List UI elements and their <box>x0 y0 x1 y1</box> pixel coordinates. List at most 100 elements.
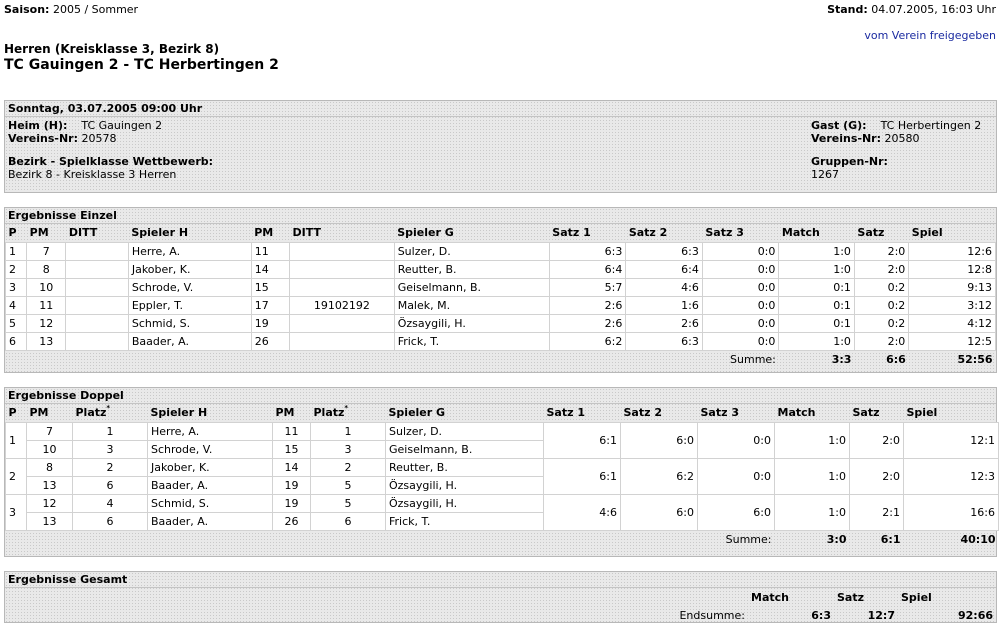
col-header: DITT <box>68 226 98 240</box>
table-cell: 2:0 <box>853 241 910 261</box>
col-header: DITT <box>292 226 321 240</box>
gesamt-spiel: 92:66 <box>957 608 993 622</box>
table-row: 3 12 4 Schmid, S. 19 5 Özsaygili, H. 4:6 6:0 6:0 1… <box>5 493 999 531</box>
table-cell <box>65 313 129 333</box>
table-cell: 12:6 <box>908 241 996 261</box>
bezirk-label: Bezirk - Spielklasse Wettbewerb: <box>8 155 214 168</box>
gast-value: TC Herbertingen 2 <box>880 119 982 132</box>
pair-number: 2 <box>5 457 27 495</box>
gesamt-sum-label: Endsumme: <box>679 608 745 622</box>
table-cell: 6:3 <box>548 241 627 261</box>
match-date-header: Sonntag, 03.07.2005 09:00 Uhr <box>5 101 996 117</box>
table-cell: 2 <box>72 457 148 477</box>
table-cell: 6:1 <box>543 457 621 495</box>
gesamt-box: Ergebnisse Gesamt Match Satz Spiel Endsu… <box>4 571 997 623</box>
table-cell <box>65 259 129 279</box>
table-cell: 9:13 <box>908 277 996 297</box>
table-cell: 6:2 <box>548 331 627 351</box>
table-cell: Herre, A. <box>127 241 252 261</box>
stand-info: Stand: 04.07.2005, 16:03 Uhr <box>827 3 996 16</box>
pair-number: 3 <box>5 493 27 531</box>
table-cell: 19 <box>250 313 290 333</box>
gesamt-sum-row: Endsumme: 6:3 12:7 92:66 <box>5 606 996 624</box>
table-cell: Frick, T. <box>385 511 544 531</box>
table-cell: 3:12 <box>908 295 996 315</box>
freigabe-link[interactable]: vom Verein freigegeben <box>864 29 996 42</box>
table-cell: 7 <box>26 241 67 261</box>
table-cell: 0:0 <box>701 259 780 279</box>
gast-vnr-value: 20580 <box>884 132 920 145</box>
stand-value: 04.07.2005, 16:03 Uhr <box>871 3 996 16</box>
gast-label: Gast (G): <box>811 119 867 132</box>
heim-label: Heim (H): <box>8 119 68 132</box>
doppel-header-row: P PM Platz* Spieler H PM Platz* Spieler … <box>6 404 999 422</box>
doppel-sum-label: Summe: <box>725 532 772 546</box>
table-cell: 3 <box>4 277 28 297</box>
heim-vnr-value: 20578 <box>81 132 117 145</box>
table-row: 5 12 Schmid, S. 19 Özsaygili, H. 2:6 2:6 0:0 0:1… <box>4 313 996 333</box>
table-row: 2 8 Jakober, K. 14 Reutter, B. 6:4 6:4 0:0 1:0 2:… <box>4 259 996 279</box>
table-cell: 2:0 <box>853 259 910 279</box>
doppel-box: Ergebnisse Doppel P PM Platz* Spieler H … <box>4 387 999 557</box>
einzel-sum-row: Summe: 3:3 6:6 52:56 <box>6 350 996 368</box>
table-cell: 12 <box>26 313 67 333</box>
col-header: Satz 1 <box>552 226 591 240</box>
table-cell: 11 <box>26 295 67 315</box>
col-header: Spiel <box>901 590 932 604</box>
table-cell: 2:0 <box>853 331 910 351</box>
table-cell: 12:5 <box>908 331 996 351</box>
table-cell: Frick, T. <box>393 331 550 351</box>
einzel-sum-match: 3:3 <box>831 352 852 366</box>
table-cell: 5 <box>310 493 386 513</box>
doppel-sum-row: Summe: 3:0 6:1 40:10 <box>6 530 999 548</box>
table-cell: 4:6 <box>543 493 621 531</box>
table-cell: Jakober, K. <box>147 457 273 477</box>
gruppe-block: Gruppen-Nr: 1267 <box>811 155 888 181</box>
table-cell: 11 <box>250 241 290 261</box>
table-row: 3 10 Schrode, V. 15 Geiselmann, B. 5:7 4:6 0:0 0… <box>4 277 996 297</box>
col-header: PM <box>254 226 274 240</box>
match-info-body: Heim (H): TC Gauingen 2 Vereins-Nr: 2057… <box>5 117 996 191</box>
col-header: Platz* <box>75 404 111 420</box>
table-cell <box>288 259 395 279</box>
table-cell: 1 <box>72 421 148 441</box>
table-cell: Baader, A. <box>147 475 273 495</box>
gast-block: Gast (G): TC Herbertingen 2 Vereins-Nr: … <box>811 119 981 145</box>
table-cell: 1:0 <box>778 259 855 279</box>
col-header: Satz <box>837 590 865 604</box>
col-header: Satz 3 <box>705 226 744 240</box>
table-cell: 1 <box>310 421 386 441</box>
bezirk-block: Bezirk - Spielklasse Wettbewerb: Bezirk … <box>8 155 213 181</box>
table-cell: 0:0 <box>701 331 780 351</box>
col-header: Spieler H <box>150 406 208 420</box>
table-cell: 6:3 <box>625 241 703 261</box>
einzel-sum-spiel: 52:56 <box>957 352 993 366</box>
table-cell: Herre, A. <box>147 421 273 441</box>
table-cell: 8 <box>26 457 73 477</box>
table-cell: Schmid, S. <box>127 313 252 333</box>
table-cell: Baader, A. <box>147 511 273 531</box>
table-cell: 0:1 <box>778 295 855 315</box>
table-cell: 6:0 <box>697 493 775 531</box>
table-cell: 6:2 <box>620 457 698 495</box>
col-header: Platz* <box>313 404 349 420</box>
table-cell: 6:0 <box>620 493 698 531</box>
gesamt-header-row: Match Satz Spiel <box>5 588 996 606</box>
table-cell: 0:0 <box>701 295 780 315</box>
table-cell: 13 <box>26 331 67 351</box>
table-cell: 4 <box>72 493 148 513</box>
table-cell: 1:0 <box>774 493 850 531</box>
table-cell: 10 <box>26 439 73 459</box>
table-cell: 19 <box>272 493 311 513</box>
table-cell: Geiselmann, B. <box>385 439 544 459</box>
table-cell: 1:0 <box>774 457 850 495</box>
table-cell: 2 <box>4 259 28 279</box>
table-cell: 6 <box>4 331 28 351</box>
match-title: TC Gauingen 2 - TC Herbertingen 2 <box>4 57 279 73</box>
table-cell: 6:4 <box>548 259 627 279</box>
saison-label: Saison: <box>4 3 50 16</box>
platz-marker: * <box>344 404 349 413</box>
table-cell: 0:2 <box>853 295 910 315</box>
col-header: Spieler G <box>388 406 446 420</box>
doppel-sum-spiel: 40:10 <box>960 532 996 546</box>
